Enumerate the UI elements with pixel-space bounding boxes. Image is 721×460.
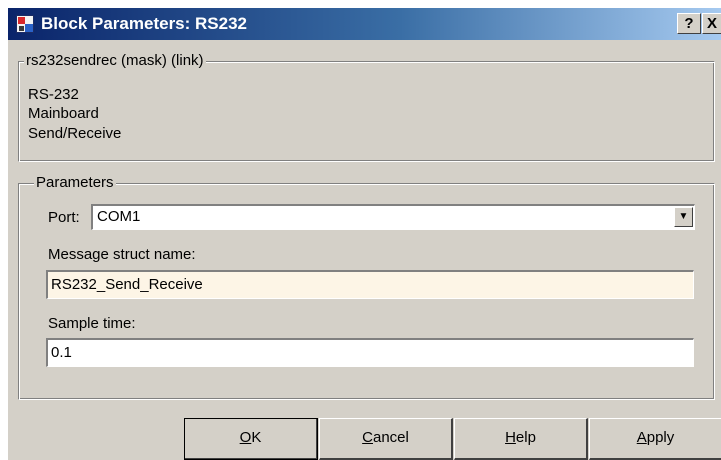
cancel-mnemonic: C <box>362 429 373 446</box>
mask-line-1: RS-232 <box>28 86 79 103</box>
help-label-rest: elp <box>515 429 536 446</box>
sample-time-input[interactable]: 0.1 <box>46 338 694 367</box>
mask-line-3: Send/Receive <box>28 125 122 142</box>
apply-button[interactable]: Apply <box>589 418 721 460</box>
parameters-group-legend: Parameters <box>34 174 116 191</box>
ok-mnemonic: O <box>239 429 252 446</box>
ok-button[interactable]: OK <box>184 418 318 460</box>
port-select-value: COM1 <box>97 208 141 225</box>
apply-mnemonic: A <box>636 429 647 446</box>
cancel-button[interactable]: Cancel <box>319 418 453 460</box>
port-label: Port: <box>48 209 80 226</box>
apply-label-rest: pply <box>646 429 675 446</box>
struct-name-label: Message struct name: <box>48 246 196 263</box>
mask-line-2: Mainboard <box>28 105 99 122</box>
simulink-block-icon <box>16 15 34 33</box>
port-select[interactable]: COM1 ▼ <box>91 204 695 230</box>
cancel-label-rest: ancel <box>372 429 409 446</box>
title-help-button[interactable]: ? <box>677 13 701 34</box>
block-parameters-dialog: Block Parameters: RS232 ? X rs232sendrec… <box>8 8 721 460</box>
close-button[interactable]: X <box>702 13 721 34</box>
help-button[interactable]: Help <box>454 418 588 460</box>
sample-time-label: Sample time: <box>48 315 136 332</box>
struct-name-input[interactable]: RS232_Send_Receive <box>46 270 694 299</box>
chevron-down-icon[interactable]: ▼ <box>674 207 693 227</box>
mask-description-group <box>18 61 715 162</box>
title-bar[interactable]: Block Parameters: RS232 ? X <box>8 8 721 40</box>
ok-label-rest: K <box>251 429 262 446</box>
window-title: Block Parameters: RS232 <box>41 14 248 33</box>
mask-group-legend: rs232sendrec (mask) (link) <box>24 52 206 69</box>
help-mnemonic: H <box>505 429 516 446</box>
